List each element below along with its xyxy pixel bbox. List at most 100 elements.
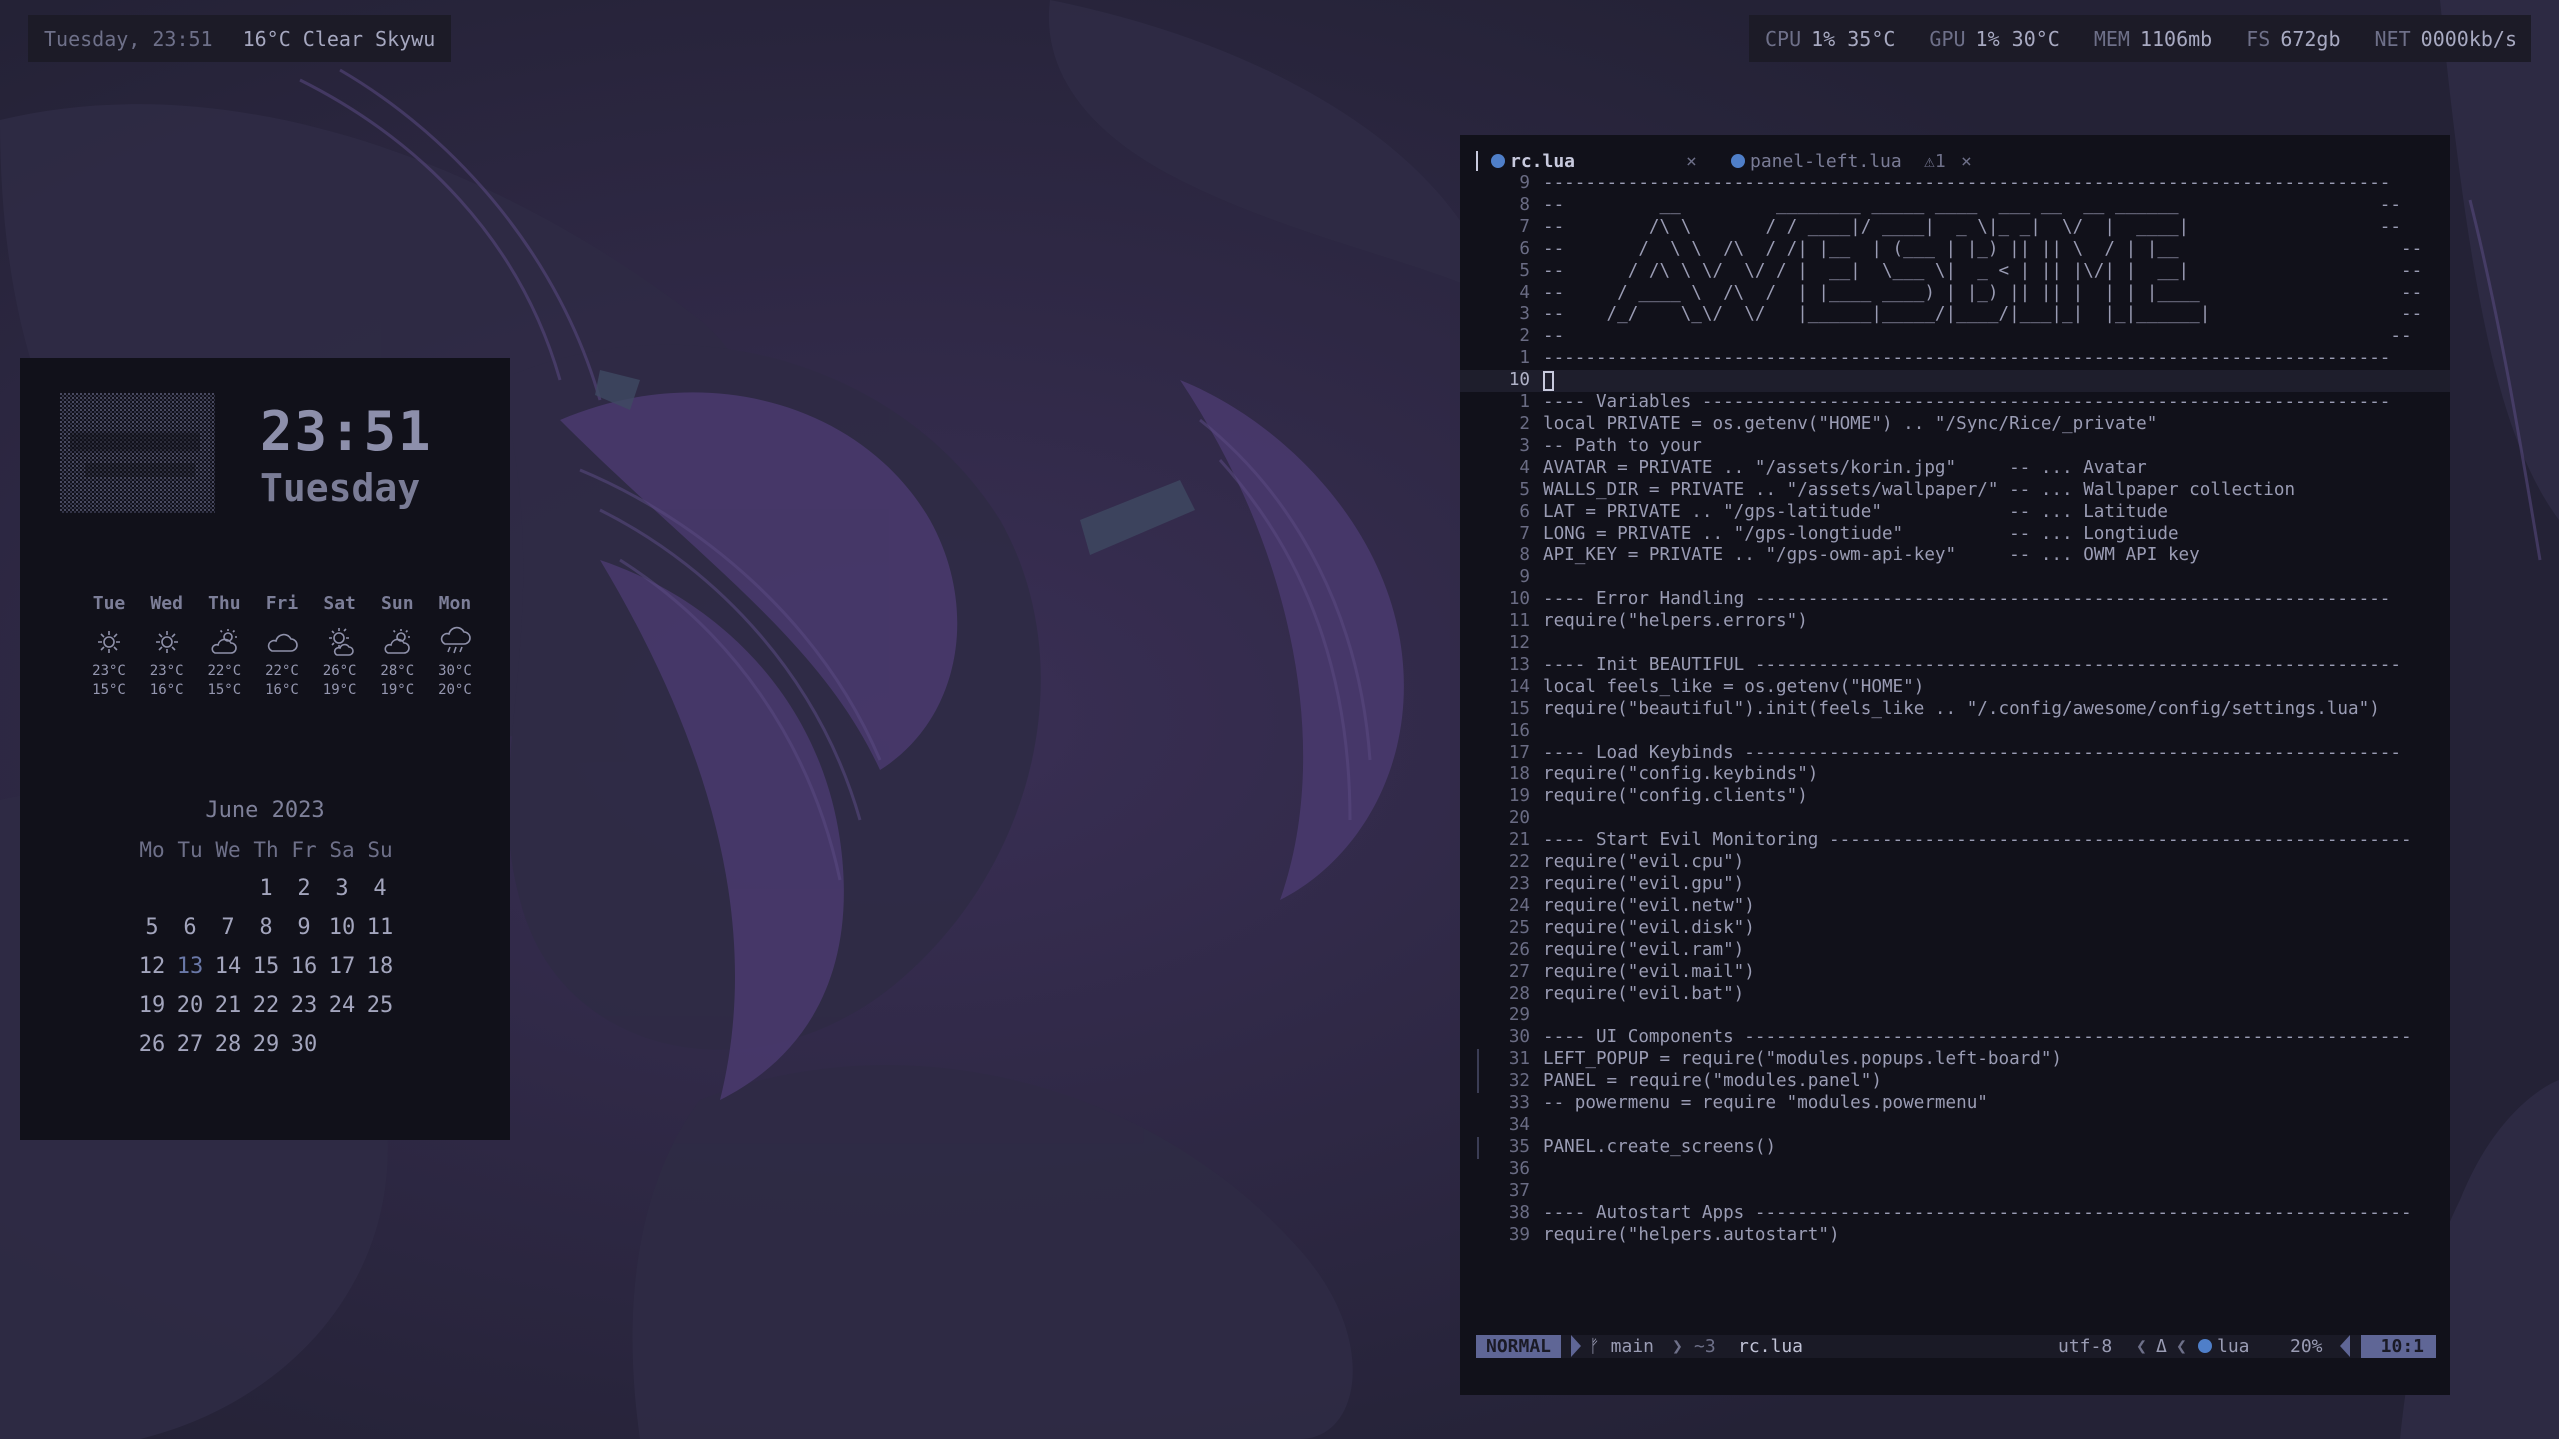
code-line[interactable]: 14 local feels_like = os.getenv("HOME") [1460, 677, 2450, 699]
calendar-day[interactable]: 19 [133, 993, 171, 1032]
code-line[interactable]: 5 -- / /\ \ \/ \/ / | __| \___ \| _ < | |… [1460, 261, 2450, 283]
warning-count-badge: ⚠1 [1924, 151, 1946, 172]
line-number: 4 [1519, 282, 1530, 303]
calendar-day[interactable]: 29 [247, 1032, 285, 1071]
code-line[interactable]: 16 [1460, 721, 2450, 743]
tab-rc-lua[interactable]: rc.lua [1491, 151, 1575, 172]
code-line[interactable]: 37 [1460, 1181, 2450, 1203]
code-line[interactable]: 29 [1460, 1005, 2450, 1027]
code-line[interactable]: 10 ---- Error Handling ------------------… [1460, 589, 2450, 611]
code-line[interactable]: 3 -- Path to your [1460, 436, 2450, 458]
line-text: require("config.keybinds") [1543, 764, 1819, 785]
code-line[interactable]: 7 -- /\ \ / / ____|/ ____| _ \|_ _| \/ | … [1460, 217, 2450, 239]
tab-rc-lua-close-icon[interactable]: × [1686, 151, 1697, 172]
tab-panel-left-lua[interactable]: panel-left.lua [1731, 151, 1902, 172]
code-line[interactable]: 21 ---- Start Evil Monitoring -----------… [1460, 830, 2450, 852]
calendar-day[interactable]: 25 [361, 993, 399, 1032]
net-stat-key: NET [2374, 26, 2411, 51]
tab-panel-left-lua-close-icon[interactable]: × [1961, 151, 1972, 172]
code-line[interactable]: 27 require("evil.mail") [1460, 962, 2450, 984]
code-line[interactable]: 3 -- /_/ \_\/ \/ |______|_____/|____/|___… [1460, 304, 2450, 326]
code-line[interactable]: 2 local PRIVATE = os.getenv("HOME") .. "/… [1460, 414, 2450, 436]
code-line[interactable]: 26 require("evil.ram") [1460, 940, 2450, 962]
code-line[interactable]: 28 require("evil.bat") [1460, 984, 2450, 1006]
code-line[interactable]: 11 require("helpers.errors") [1460, 611, 2450, 633]
code-line[interactable]: 6 -- / \ \ /\ / /| |__ | (___ | |_) || ||… [1460, 239, 2450, 261]
code-line[interactable]: 36 [1460, 1159, 2450, 1181]
line-number: 27 [1508, 961, 1530, 982]
code-line[interactable]: 39 require("helpers.autostart") [1460, 1225, 2450, 1247]
code-line[interactable]: 5 WALLS_DIR = PRIVATE .. "/assets/wallpap… [1460, 480, 2450, 502]
calendar-day[interactable]: 23 [285, 993, 323, 1032]
calendar-day[interactable]: 15 [247, 954, 285, 993]
calendar-day[interactable]: 9 [285, 915, 323, 954]
forecast-day-name: Thu [208, 593, 241, 614]
calendar-day[interactable]: 22 [247, 993, 285, 1032]
code-line[interactable]: 13 ---- Init BEAUTIFUL ------------------… [1460, 655, 2450, 677]
calendar-day[interactable]: 8 [247, 915, 285, 954]
code-line-current[interactable]: 10 [1460, 370, 2450, 393]
calendar-day[interactable]: 10 [323, 915, 361, 954]
code-line[interactable]: 35 PANEL.create_screens() [1460, 1136, 2450, 1159]
calendar-day[interactable]: 20 [171, 993, 209, 1032]
calendar-day[interactable]: 2 [285, 876, 323, 915]
tab-rc-lua-label: rc.lua [1510, 151, 1576, 172]
calendar-day[interactable]: 7 [209, 915, 247, 954]
line-text: require("helpers.errors") [1543, 611, 1808, 632]
code-line[interactable]: 1 ---------------------------------------… [1460, 348, 2450, 370]
calendar-day[interactable]: 6 [171, 915, 209, 954]
code-line[interactable]: 17 ---- Load Keybinds -------------------… [1460, 743, 2450, 765]
code-line[interactable]: 4 AVATAR = PRIVATE .. "/assets/korin.jpg"… [1460, 458, 2450, 480]
code-line[interactable]: 9 [1460, 567, 2450, 589]
code-line[interactable]: 9 ---------------------------------------… [1460, 173, 2450, 195]
forecast-day-name: Wed [150, 593, 183, 614]
code-line[interactable]: 18 require("config.keybinds") [1460, 764, 2450, 786]
code-line[interactable]: 31 LEFT_POPUP = require("modules.popups.l… [1460, 1049, 2450, 1072]
calendar-day[interactable]: 24 [323, 993, 361, 1032]
calendar-day-today[interactable]: 13 [171, 954, 209, 993]
neovim-editor-window[interactable]: rc.lua × panel-left.lua ⚠1 × 9 ----------… [1460, 135, 2450, 1395]
calendar-day[interactable]: 28 [209, 1032, 247, 1071]
line-number: 18 [1508, 764, 1530, 785]
code-line[interactable]: 8 -- __ ________ _____ ____ ___ __ __ ___… [1460, 195, 2450, 217]
code-line[interactable]: 6 LAT = PRIVATE .. "/gps-latitude" -- ...… [1460, 502, 2450, 524]
line-text: require("evil.netw") [1543, 895, 1755, 916]
calendar-day[interactable]: 27 [171, 1032, 209, 1071]
calendar-day[interactable]: 14 [209, 954, 247, 993]
line-text: LONG = PRIVATE .. "/gps-longtiude" -- ..… [1543, 523, 2179, 544]
code-line[interactable]: 2 -- -- [1460, 326, 2450, 348]
code-line[interactable]: 34 [1460, 1115, 2450, 1137]
calendar-day[interactable]: 17 [323, 954, 361, 993]
line-number: 15 [1508, 698, 1530, 719]
line-number: 8 [1519, 545, 1530, 566]
calendar-day[interactable]: 3 [323, 876, 361, 915]
code-line[interactable]: 15 require("beautiful").init(feels_like .… [1460, 699, 2450, 721]
calendar-day[interactable]: 16 [285, 954, 323, 993]
code-line[interactable]: 19 require("config.clients") [1460, 786, 2450, 808]
code-line[interactable]: 4 -- / ____ \ /\ / | |____ ____) | |_) ||… [1460, 283, 2450, 305]
code-line[interactable]: 20 [1460, 808, 2450, 830]
code-line[interactable]: 1 ---- Variables ------------------------… [1460, 392, 2450, 414]
code-line[interactable]: 7 LONG = PRIVATE .. "/gps-longtiude" -- .… [1460, 524, 2450, 546]
calendar-day[interactable]: 18 [361, 954, 399, 993]
code-line[interactable]: 30 ---- UI Components -------------------… [1460, 1027, 2450, 1049]
code-line[interactable]: 12 [1460, 633, 2450, 655]
code-line[interactable]: 24 require("evil.netw") [1460, 896, 2450, 918]
code-line[interactable]: 38 ---- Autostart Apps ------------------… [1460, 1203, 2450, 1225]
datetime-label: Tuesday, 23:51 [44, 26, 213, 51]
code-line[interactable]: 33 -- powermenu = require "modules.powerm… [1460, 1093, 2450, 1115]
calendar-day[interactable]: 1 [247, 876, 285, 915]
code-line[interactable]: 23 require("evil.gpu") [1460, 874, 2450, 896]
code-line[interactable]: 8 API_KEY = PRIVATE .. "/gps-owm-api-key"… [1460, 545, 2450, 567]
calendar-day[interactable]: 21 [209, 993, 247, 1032]
calendar-day[interactable]: 26 [133, 1032, 171, 1071]
calendar-day[interactable]: 11 [361, 915, 399, 954]
calendar-day[interactable]: 4 [361, 876, 399, 915]
calendar-day[interactable]: 5 [133, 915, 171, 954]
calendar-day[interactable]: 12 [133, 954, 171, 993]
code-line[interactable]: 25 require("evil.disk") [1460, 918, 2450, 940]
code-line[interactable]: 22 require("evil.cpu") [1460, 852, 2450, 874]
code-buffer[interactable]: 9 ---------------------------------------… [1460, 173, 2450, 1246]
calendar-day[interactable]: 30 [285, 1032, 323, 1071]
code-line[interactable]: 32 PANEL = require("modules.panel") [1460, 1071, 2450, 1094]
